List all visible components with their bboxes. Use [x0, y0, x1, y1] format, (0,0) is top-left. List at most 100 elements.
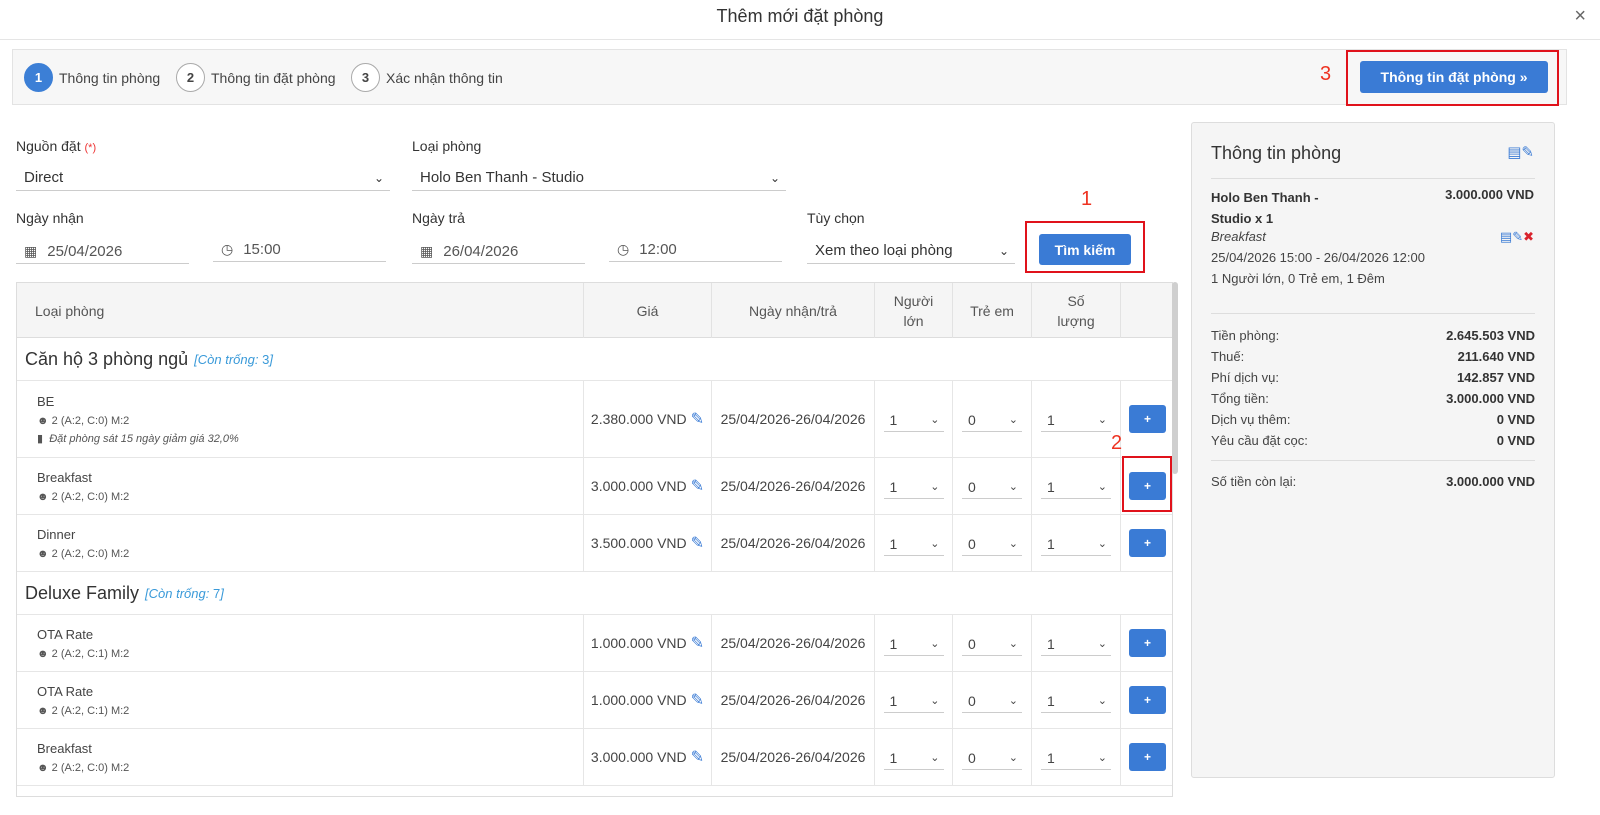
money-icon[interactable]: ▤ — [1500, 229, 1512, 244]
quantity-select[interactable]: 1 ⌄ — [1041, 530, 1111, 556]
quantity-select[interactable]: 1 ⌄ — [1041, 744, 1111, 770]
chevron-down-icon: ⌄ — [930, 481, 940, 493]
children-select[interactable]: 0 ⌄ — [962, 530, 1022, 556]
price-cell: 3.000.000 VND ✎ — [584, 458, 712, 514]
rate-cell: Breakfast ☻ 2 (A:2, C:0) M:2 — [17, 458, 584, 514]
adults-select[interactable]: 1 ⌄ — [883, 473, 944, 499]
stay-dates: 25/04/2026-26/04/2026 — [720, 411, 866, 427]
chevron-down-icon: ⌄ — [769, 171, 780, 185]
children-select[interactable]: 0 ⌄ — [962, 406, 1022, 432]
step-1[interactable]: 1 Thông tin phòng — [24, 63, 160, 92]
money-icon[interactable]: ▤ — [1507, 144, 1521, 161]
add-room-button[interactable]: + — [1129, 686, 1166, 714]
stay-dates: 25/04/2026-26/04/2026 — [720, 535, 866, 551]
edit-icon[interactable]: ✎ — [691, 409, 704, 429]
dates-cell: 25/04/2026-26/04/2026 — [712, 615, 875, 671]
divider — [1211, 178, 1535, 179]
divider — [1211, 460, 1535, 461]
price: 3.000.000 VND — [590, 478, 687, 494]
rate-name: OTA Rate — [37, 683, 94, 699]
edit-icon[interactable]: ✎ — [691, 690, 704, 710]
users-icon: ☻ — [37, 490, 49, 503]
chevron-down-icon: ⌄ — [1008, 538, 1018, 550]
source-select[interactable]: Direct ⌄ — [16, 167, 390, 191]
quantity-select[interactable]: 1 ⌄ — [1041, 473, 1111, 499]
annotation-1: 1 — [1081, 188, 1093, 210]
checkout-time-value: 12:00 — [639, 241, 677, 258]
next-step-button[interactable]: Thông tin đặt phòng » — [1360, 61, 1548, 93]
adults-select[interactable]: 1 ⌄ — [883, 687, 944, 713]
option-label: Tùy chọn — [807, 210, 865, 226]
capacity-text: 2 (A:2, C:1) M:2 — [51, 647, 130, 660]
col-quantity: Số lượng — [1032, 283, 1121, 338]
step-2[interactable]: 2 Thông tin đặt phòng — [176, 63, 336, 92]
table-row: BE ☻ 2 (A:2, C:0) M:2 ▮ Đặt phòng sát 15… — [17, 381, 1172, 458]
summary-value: 3.000.000 VND — [1446, 391, 1535, 406]
capacity-text: 2 (A:2, C:0) M:2 — [51, 490, 130, 503]
add-room-button[interactable]: + — [1129, 529, 1166, 557]
calendar-icon: ▦ — [24, 243, 38, 259]
edit-icon[interactable]: ✎ — [691, 533, 704, 553]
edit-icon[interactable]: ✎ — [691, 476, 704, 496]
availability-label: [Còn trống: — [145, 585, 213, 601]
checkout-time-input[interactable]: ◷ 12:00 — [609, 238, 782, 262]
adults-select[interactable]: 1 ⌄ — [883, 744, 944, 770]
quantity-select[interactable]: 1 ⌄ — [1041, 687, 1111, 713]
checkout-date-input[interactable]: ▦ 26/04/2026 — [412, 240, 585, 264]
quantity-select[interactable]: 1 ⌄ — [1041, 406, 1111, 432]
rate-cell: OTA Rate ☻ 2 (A:2, C:1) M:2 — [17, 615, 584, 671]
adults-value: 1 — [889, 412, 898, 428]
children-select[interactable]: 0 ⌄ — [962, 473, 1022, 499]
room-type-label: Loại phòng — [412, 138, 482, 154]
add-room-button[interactable]: + — [1129, 629, 1166, 657]
summary-label: Yêu cầu đặt cọc: — [1211, 433, 1308, 448]
add-room-button[interactable]: + — [1129, 405, 1166, 433]
edit-icon[interactable]: ✎ — [691, 747, 704, 767]
edit-icon[interactable]: ✎ — [691, 633, 704, 653]
children-select[interactable]: 0 ⌄ — [962, 630, 1022, 656]
checkin-time-input[interactable]: ◷ 15:00 — [213, 238, 386, 262]
group-name: Deluxe Family — [25, 582, 140, 603]
adults-select[interactable]: 1 ⌄ — [883, 630, 944, 656]
adults-cell: 1 ⌄ — [875, 381, 953, 457]
option-select[interactable]: Xem theo loại phòng ⌄ — [807, 240, 1015, 264]
adults-select[interactable]: 1 ⌄ — [883, 530, 944, 556]
adults-select[interactable]: 1 ⌄ — [883, 406, 944, 432]
rate-cell: Dinner ☻ 2 (A:2, C:0) M:2 — [17, 515, 584, 571]
quantity-select[interactable]: 1 ⌄ — [1041, 630, 1111, 656]
adults-cell: 1 ⌄ — [875, 615, 953, 671]
checkin-date-input[interactable]: ▦ 25/04/2026 — [16, 240, 189, 264]
source-label-text: Nguồn đặt — [16, 138, 81, 154]
children-cell: 0 ⌄ — [953, 515, 1032, 571]
adults-value: 1 — [889, 693, 898, 709]
summary-room-charge: Tiền phòng: 2.645.503 VND — [1211, 328, 1535, 343]
promotion: ▮ Đặt phòng sát 15 ngày giảm giá 32,0% — [37, 432, 239, 445]
capacity: ☻ 2 (A:2, C:0) M:2 — [37, 548, 129, 560]
summary-service-fee: Phí dịch vụ: 142.857 VND — [1211, 370, 1535, 385]
search-button[interactable]: Tìm kiếm — [1039, 234, 1131, 265]
table-scrollbar[interactable] — [1172, 282, 1178, 474]
add-room-button[interactable]: + — [1129, 743, 1166, 771]
children-select[interactable]: 0 ⌄ — [962, 687, 1022, 713]
close-icon[interactable]: × — [1574, 5, 1586, 28]
edit-icon[interactable]: ✎ — [1521, 144, 1534, 161]
chevron-down-icon: ⌄ — [1097, 638, 1107, 650]
remove-icon[interactable]: ✖ — [1523, 229, 1534, 244]
step-3[interactable]: 3 Xác nhận thông tin — [351, 63, 503, 92]
room-type-select[interactable]: Holo Ben Thanh - Studio ⌄ — [412, 167, 786, 191]
chevron-down-icon: ⌄ — [998, 244, 1009, 258]
required-mark: (*) — [84, 142, 97, 154]
table-row: Breakfast ☻ 2 (A:2, C:0) M:2 3.000.000 V… — [17, 458, 1172, 515]
dates-cell: 25/04/2026-26/04/2026 — [712, 381, 875, 457]
summary-value: 142.857 VND — [1456, 370, 1535, 385]
step-number: 3 — [351, 63, 380, 92]
action-cell: + — [1121, 381, 1172, 457]
option-value: Xem theo loại phòng — [815, 242, 953, 259]
chevron-down-icon: ⌄ — [373, 171, 384, 185]
children-select[interactable]: 0 ⌄ — [962, 744, 1022, 770]
promotion-text: Đặt phòng sát 15 ngày giảm giá 32,0% — [49, 432, 239, 445]
edit-icon[interactable]: ✎ — [1512, 229, 1523, 244]
summary-label: Tổng tiền: — [1211, 391, 1269, 406]
rate-cell: BE ☻ 2 (A:2, C:0) M:2 ▮ Đặt phòng sát 15… — [17, 381, 584, 457]
children-value: 0 — [968, 412, 976, 428]
